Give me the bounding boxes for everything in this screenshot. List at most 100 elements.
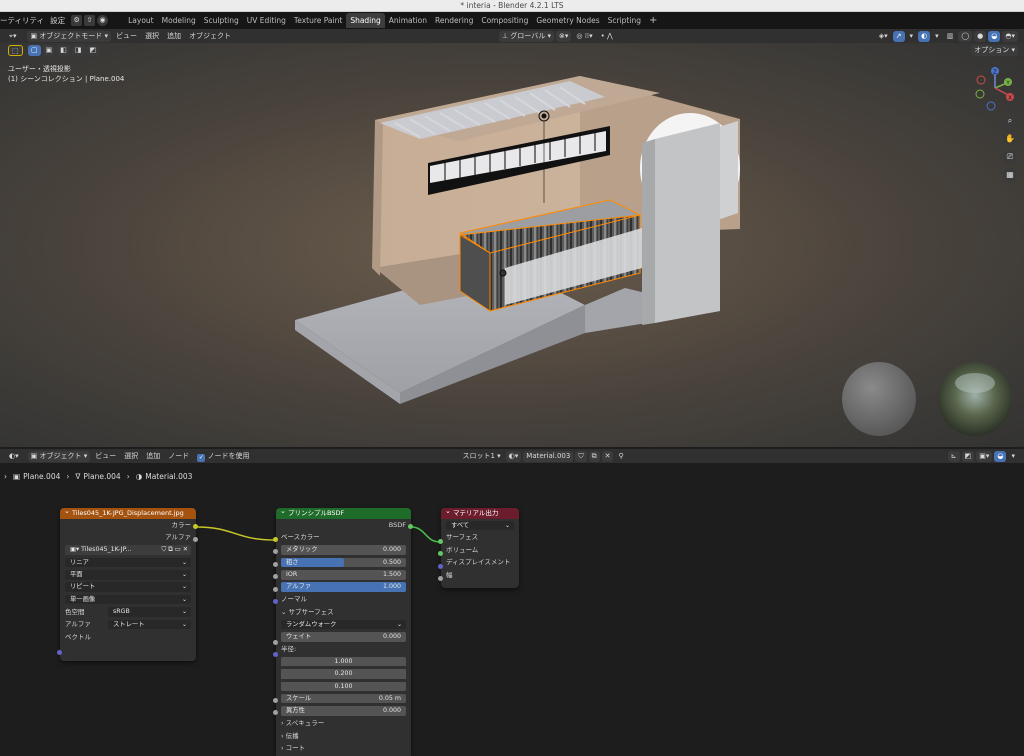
alpha-slider[interactable]: アルファ 1.000 bbox=[276, 581, 411, 593]
tab-geometry-nodes[interactable]: Geometry Nodes bbox=[532, 13, 603, 28]
menu-view[interactable]: ビュー bbox=[113, 31, 140, 42]
menu-settings[interactable]: 設定 bbox=[50, 15, 65, 26]
socket-alpha-in[interactable] bbox=[273, 587, 278, 592]
use-nodes-checkbox[interactable]: ✓ ノードを使用 bbox=[194, 451, 252, 462]
radius-z-field[interactable]: 0.100 bbox=[276, 680, 411, 692]
subsurface-panel-toggle[interactable]: ⌄ サブサーフェス bbox=[276, 606, 411, 618]
principled-bsdf-node[interactable]: プリンシプルBSDF BSDF ベースカラー メタリック 0.000 粗さ 0.50… bbox=[276, 508, 411, 756]
image-actions-icons[interactable]: ⛉ ⧉ ▭ ✕ bbox=[162, 545, 188, 555]
subsurface-weight-field[interactable]: ウェイト 0.000 bbox=[276, 631, 411, 643]
socket-volume-in[interactable] bbox=[438, 551, 443, 556]
proportional-edit-icon[interactable]: • ⋀ bbox=[598, 31, 616, 42]
tab-texture-paint[interactable]: Texture Paint bbox=[290, 13, 346, 28]
snap-node-icon[interactable]: ⊾ bbox=[947, 450, 960, 462]
perspective-toggle-icon[interactable]: ▦ bbox=[1003, 168, 1017, 182]
metallic-slider[interactable]: メタリック 0.000 bbox=[276, 544, 411, 556]
shading-solid-icon[interactable]: ● bbox=[974, 30, 987, 42]
bsdf-node-header[interactable]: プリンシプルBSDF bbox=[276, 508, 411, 519]
blender-icon[interactable]: ◉ bbox=[97, 15, 109, 26]
node-menu-select[interactable]: 選択 bbox=[121, 451, 141, 462]
tab-rendering[interactable]: Rendering bbox=[431, 13, 477, 28]
socket-radius-in[interactable] bbox=[273, 652, 278, 657]
transmission-panel-toggle[interactable]: › 伝播 bbox=[276, 730, 411, 742]
tab-layout[interactable]: Layout bbox=[124, 13, 158, 28]
object-mode-dropdown[interactable]: ▣ オブジェクトモード ▾ bbox=[27, 30, 112, 42]
socket-thickness-in[interactable] bbox=[438, 576, 443, 581]
projection-dropdown[interactable]: 平面 ⌄ bbox=[60, 569, 196, 581]
socket-image-alpha-out[interactable] bbox=[193, 537, 198, 542]
gear-icon[interactable]: ⚙ bbox=[71, 15, 83, 26]
menu-select[interactable]: 選択 bbox=[142, 31, 162, 42]
editor-type-icon[interactable]: ⌖▾ bbox=[6, 31, 19, 42]
node-overlay-toggle-icon[interactable]: ▣▾ bbox=[976, 450, 993, 462]
breadcrumb-material[interactable]: Material.003 bbox=[145, 472, 192, 481]
source-dropdown[interactable]: 単一画像 ⌄ bbox=[60, 593, 196, 605]
socket-basecolor-in[interactable] bbox=[273, 537, 278, 542]
transform-orientation-dropdown[interactable]: ⊥ グローバル ▾ bbox=[498, 30, 554, 42]
node-menu-node[interactable]: ノード bbox=[165, 451, 192, 462]
menu-utility[interactable]: ーティリティ bbox=[0, 15, 44, 26]
tab-scripting[interactable]: Scripting bbox=[604, 13, 645, 28]
socket-metallic-in[interactable] bbox=[273, 549, 278, 554]
socket-anisotropy-in[interactable] bbox=[273, 710, 278, 715]
xray-icon[interactable]: ▥ bbox=[944, 31, 957, 42]
radius-y-field[interactable]: 0.200 bbox=[276, 668, 411, 680]
menu-add[interactable]: 追加 bbox=[164, 31, 184, 42]
camera-view-icon[interactable]: ⎚ bbox=[1003, 150, 1017, 164]
shading-wireframe-icon[interactable]: ◯ bbox=[958, 30, 973, 42]
tab-animation[interactable]: Animation bbox=[385, 13, 431, 28]
ior-slider[interactable]: IOR 1.500 bbox=[276, 569, 411, 581]
specular-panel-toggle[interactable]: › スペキュラー bbox=[276, 717, 411, 729]
subsurface-method-dropdown[interactable]: ランダムウォーク ⌄ bbox=[276, 618, 411, 630]
interpolation-dropdown[interactable]: リニア ⌄ bbox=[60, 556, 196, 568]
3d-viewport[interactable]: ⬚ ▢ ▣ ◧ ◨ ◩ ユーザー・透視投影 (1) シーンコレクション | Plane.… bbox=[0, 43, 1024, 447]
menu-object[interactable]: オブジェクト bbox=[186, 31, 234, 42]
node-editor-type-icon[interactable]: ◐▾ bbox=[6, 451, 22, 462]
shading-rendered-icon[interactable]: ◓▾ bbox=[1002, 30, 1018, 42]
material-browse-icon[interactable]: ◐▾ bbox=[505, 450, 522, 462]
visibility-icon[interactable]: ◈▾ bbox=[876, 31, 891, 42]
overlay-toggle-icon[interactable]: ◐ bbox=[918, 30, 931, 42]
zoom-icon[interactable]: ⌕ bbox=[1003, 114, 1017, 128]
image-texture-node[interactable]: Tiles045_1K-JPG_Displacement.jpg カラー アルフ… bbox=[60, 508, 196, 661]
tab-uv-editing[interactable]: UV Editing bbox=[243, 13, 290, 28]
subsurface-anisotropy-field[interactable]: 異方性 0.000 bbox=[276, 705, 411, 717]
colorspace-dropdown[interactable]: sRGB ⌄ bbox=[108, 607, 191, 617]
subsurface-scale-field[interactable]: スケール 0.05 m bbox=[276, 692, 411, 704]
node-gizmo-icon[interactable]: ◒ bbox=[994, 450, 1007, 462]
tab-shading[interactable]: Shading bbox=[346, 13, 385, 28]
breadcrumb-object[interactable]: Plane.004 bbox=[23, 472, 60, 481]
slot-dropdown[interactable]: スロット1 ▾ bbox=[459, 451, 503, 462]
tab-compositing[interactable]: Compositing bbox=[477, 13, 532, 28]
pin-icon[interactable]: ⚲ bbox=[615, 451, 626, 462]
material-name-field[interactable]: Material.003 bbox=[523, 450, 574, 462]
node-gizmo-dropdown-icon[interactable]: ▾ bbox=[1008, 451, 1018, 462]
gizmo-dropdown-icon[interactable]: ▾ bbox=[907, 31, 917, 42]
socket-image-color-out[interactable] bbox=[193, 524, 198, 529]
overlay-dropdown-icon[interactable]: ▾ bbox=[932, 31, 942, 42]
socket-image-vector-in[interactable] bbox=[57, 650, 62, 655]
gizmo-toggle-icon[interactable]: ↗ bbox=[892, 30, 905, 42]
material-output-node[interactable]: マテリアル出力 すべて ⌄ サーフェス ボリューム ディスプレイスメント 幅 bbox=[441, 508, 519, 588]
pivot-icon[interactable]: ⊗▾ bbox=[555, 30, 572, 42]
upload-icon[interactable]: ⇧ bbox=[84, 15, 96, 26]
material-fake-user-icon[interactable]: ⛉ bbox=[575, 450, 587, 462]
output-target-dropdown[interactable]: すべて ⌄ bbox=[441, 519, 519, 531]
tab-modeling[interactable]: Modeling bbox=[158, 13, 200, 28]
node-menu-view[interactable]: ビュー bbox=[92, 451, 119, 462]
snap-icon[interactable]: ◎ ⁞⁞▾ bbox=[573, 31, 595, 42]
shading-material-icon[interactable]: ◒ bbox=[988, 30, 1001, 42]
add-workspace-button[interactable]: + bbox=[645, 13, 661, 28]
node-menu-add[interactable]: 追加 bbox=[143, 451, 163, 462]
socket-bsdf-out[interactable] bbox=[408, 524, 413, 529]
navigation-gizmo[interactable]: Z Y X bbox=[972, 65, 1018, 111]
image-selector[interactable]: ▣▾ Tiles045_1K-JP... ⛉ ⧉ ▭ ✕ bbox=[60, 544, 196, 556]
node-overlay-icon[interactable]: ◩ bbox=[961, 450, 975, 462]
material-duplicate-icon[interactable]: ⧉ bbox=[588, 450, 600, 462]
node-object-dropdown[interactable]: ▣ オブジェクト ▾ bbox=[27, 450, 91, 462]
socket-scale-in[interactable] bbox=[273, 698, 278, 703]
radius-x-field[interactable]: 1.000 bbox=[276, 655, 411, 667]
roughness-slider[interactable]: 粗さ 0.500 bbox=[276, 556, 411, 568]
socket-normal-in[interactable] bbox=[273, 599, 278, 604]
tab-sculpting[interactable]: Sculpting bbox=[200, 13, 243, 28]
